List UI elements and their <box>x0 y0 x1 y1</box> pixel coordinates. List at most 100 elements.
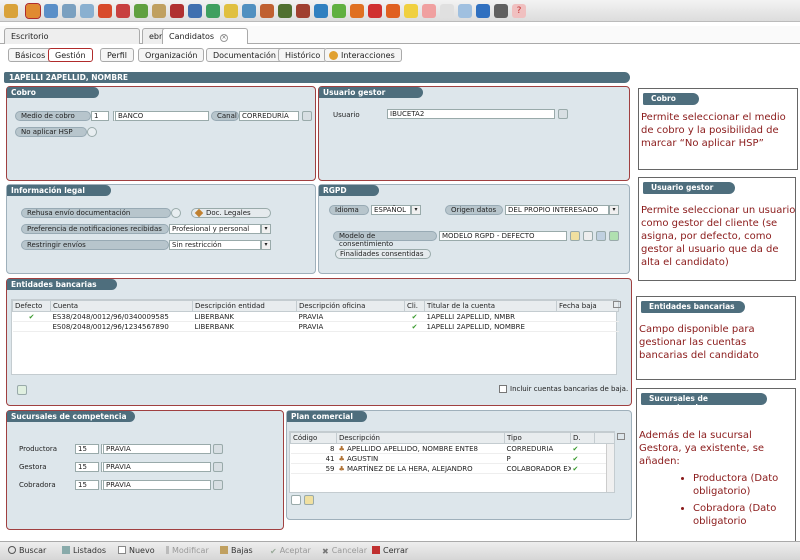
tool-icon[interactable] <box>422 4 436 18</box>
medio-cobro-value[interactable]: BANCO <box>113 111 209 121</box>
column-header[interactable]: Cli. <box>404 300 425 312</box>
no-aplicar-hsp-checkbox[interactable] <box>87 127 97 137</box>
origen-datos-select[interactable]: DEL PROPIO INTERESADO <box>505 205 609 215</box>
tool-icon[interactable] <box>80 4 94 18</box>
buscar-button[interactable]: Buscar <box>8 546 46 555</box>
lookup-icon[interactable] <box>213 444 223 454</box>
tool-icon[interactable] <box>494 4 508 18</box>
edit-icon[interactable] <box>304 495 314 505</box>
tab-basicos[interactable]: Básicos <box>8 48 53 62</box>
cobradora-value[interactable]: PRAVIA <box>101 480 211 490</box>
tool-icon[interactable] <box>404 4 418 18</box>
aceptar-button[interactable]: ✔ Aceptar <box>270 546 311 556</box>
chevron-down-icon[interactable]: ▾ <box>261 240 271 250</box>
bajas-button[interactable]: Bajas <box>220 546 253 555</box>
tool-icon[interactable] <box>350 4 364 18</box>
column-header[interactable]: Descripción <box>336 432 505 444</box>
column-header[interactable]: Tipo <box>504 432 571 444</box>
cerrar-button[interactable]: Cerrar <box>372 546 408 555</box>
tab-documentacion[interactable]: Documentación <box>206 48 283 62</box>
tool-icon[interactable] <box>278 4 292 18</box>
modelo-consentimiento-input[interactable]: MODELO RGPD - DEFECTO <box>439 231 567 241</box>
idioma-select[interactable]: ESPAÑOL <box>371 205 411 215</box>
tool-icon[interactable] <box>224 4 238 18</box>
chevron-down-icon[interactable]: ▾ <box>261 224 271 234</box>
new-document-icon[interactable] <box>291 495 301 505</box>
doc-legales-button[interactable]: Doc. Legales <box>191 208 271 218</box>
column-header[interactable]: D. <box>570 432 595 444</box>
tab-interacciones[interactable]: Interacciones <box>324 48 402 62</box>
tool-icon[interactable] <box>296 4 310 18</box>
tool-icon[interactable] <box>260 4 274 18</box>
lookup-icon[interactable] <box>558 109 568 119</box>
tool-icon[interactable] <box>458 4 472 18</box>
tool-icon[interactable] <box>134 4 148 18</box>
tab-escritorio[interactable]: Escritorio <box>4 28 140 44</box>
tool-icon[interactable] <box>440 4 454 18</box>
gestora-code-input[interactable]: 15 <box>75 462 99 472</box>
tool-icon[interactable] <box>170 4 184 18</box>
help-icon[interactable]: ? <box>512 4 526 18</box>
tab-candidatos[interactable]: Candidatos × <box>162 28 248 44</box>
tool-icon[interactable] <box>206 4 220 18</box>
grid-menu-icon[interactable] <box>613 301 621 308</box>
tool-icon[interactable] <box>332 4 346 18</box>
add-icon[interactable] <box>596 231 606 241</box>
finalidades-consentidas-button[interactable]: Finalidades consentidas <box>335 249 431 259</box>
tab-gestion[interactable]: Gestión <box>48 48 93 62</box>
scrollbar[interactable] <box>606 444 614 492</box>
tab-historico[interactable]: Histórico <box>278 48 328 62</box>
candidates-icon[interactable] <box>25 3 41 19</box>
table-row[interactable]: ✔ ES38/2048/0012/96/0340009585 LIBERBANK… <box>12 311 619 322</box>
usuario-input[interactable]: IBUCETA2 <box>387 109 555 119</box>
tool-icon[interactable] <box>188 4 202 18</box>
preferencia-notificaciones-select[interactable]: Profesional y personal <box>169 224 261 234</box>
lookup-icon[interactable] <box>302 111 312 121</box>
tool-icon[interactable] <box>386 4 400 18</box>
tool-icon[interactable] <box>476 4 490 18</box>
modificar-button[interactable]: Modificar <box>166 546 209 555</box>
tool-icon[interactable] <box>242 4 256 18</box>
tool-icon[interactable] <box>152 4 166 18</box>
table-row[interactable]: 41 ♣ AGUSTIN P ✔ <box>290 453 614 464</box>
productora-value[interactable]: PRAVIA <box>101 444 211 454</box>
column-header[interactable]: Fecha baja <box>556 300 619 312</box>
table-row[interactable]: ES08/2048/0012/96/1234567890 LIBERBANK P… <box>12 321 619 332</box>
medio-cobro-code-input[interactable]: 1 <box>91 111 109 121</box>
column-header[interactable]: Cuenta <box>50 300 193 312</box>
restringir-envios-select[interactable]: Sin restricción <box>169 240 261 250</box>
column-header[interactable]: Titular de la cuenta <box>424 300 557 312</box>
tool-icon[interactable] <box>368 4 382 18</box>
document-icon[interactable] <box>583 231 593 241</box>
tool-icon[interactable] <box>62 4 76 18</box>
lookup-icon[interactable] <box>213 480 223 490</box>
table-row[interactable]: 8 ♣ APELLIDO APELLIDO, NOMBRE ENTE8 CORR… <box>290 443 614 454</box>
tool-icon[interactable] <box>314 4 328 18</box>
lookup-icon[interactable] <box>213 462 223 472</box>
edit-icon[interactable] <box>570 231 580 241</box>
table-row[interactable]: 59 ♣ MARTÍNEZ DE LA HERA, ALEJANDRO COLA… <box>290 463 614 474</box>
add-row-icon[interactable] <box>17 385 27 395</box>
gestora-value[interactable]: PRAVIA <box>101 462 211 472</box>
column-header[interactable]: Descripción entidad <box>192 300 297 312</box>
cancelar-button[interactable]: ✖ Cancelar <box>322 546 367 556</box>
column-header[interactable]: Descripción oficina <box>296 300 405 312</box>
plus-icon[interactable] <box>609 231 619 241</box>
chevron-down-icon[interactable]: ▾ <box>609 205 619 215</box>
canal-input[interactable]: CORREDURÍA <box>239 111 299 121</box>
tab-organizacion[interactable]: Organización <box>138 48 205 62</box>
column-header[interactable]: Defecto <box>12 300 51 312</box>
productora-code-input[interactable]: 15 <box>75 444 99 454</box>
listados-button[interactable]: Listados <box>62 546 106 555</box>
close-icon[interactable]: × <box>220 34 229 42</box>
nuevo-button[interactable]: Nuevo <box>118 546 155 555</box>
column-header[interactable]: Código <box>290 432 337 444</box>
grid-menu-icon[interactable] <box>617 433 625 440</box>
rehusa-envio-checkbox[interactable] <box>171 208 181 218</box>
tool-icon[interactable] <box>116 4 130 18</box>
tab-perfil[interactable]: Perfil <box>100 48 135 62</box>
incluir-baja-checkbox[interactable] <box>499 385 507 393</box>
tool-icon[interactable] <box>44 4 58 18</box>
module-icon[interactable] <box>4 4 18 18</box>
tool-icon[interactable] <box>98 4 112 18</box>
